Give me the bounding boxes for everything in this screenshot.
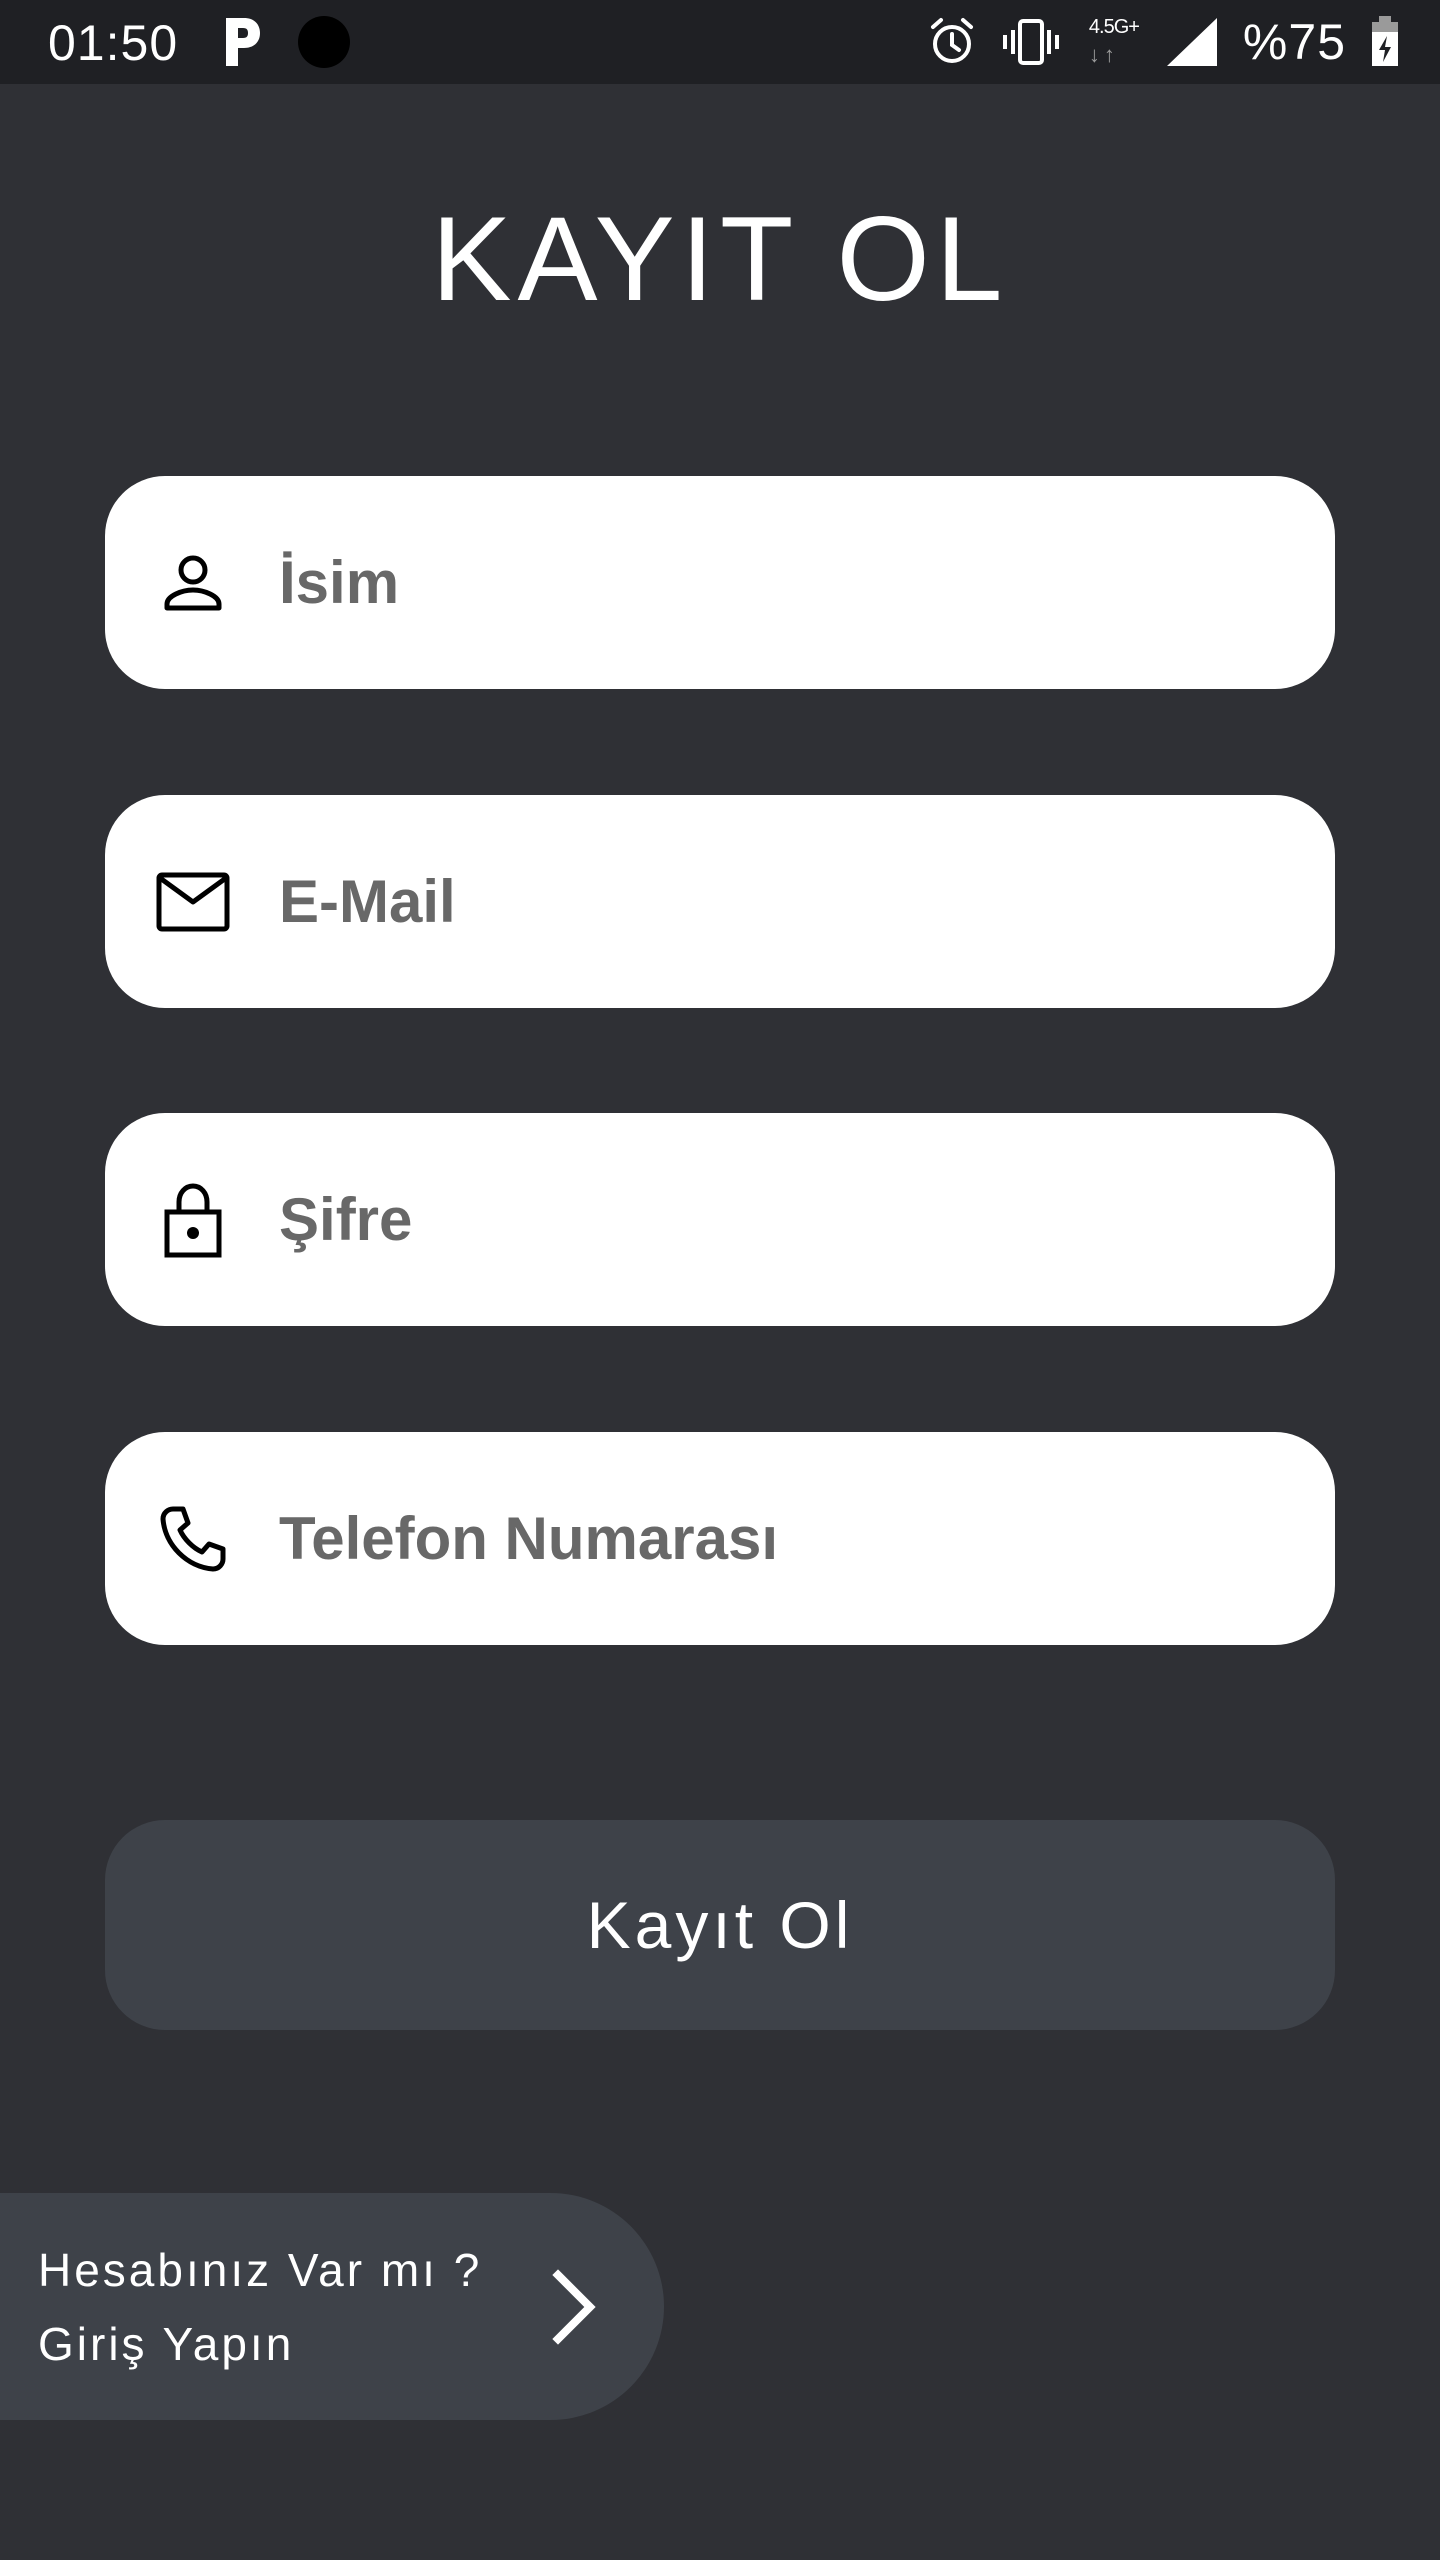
person-icon	[153, 543, 233, 623]
chevron-right-icon	[542, 2269, 602, 2345]
status-bar: 01:50 4.5G+ ↓↑ %75	[0, 0, 1440, 84]
password-placeholder: Şifre	[279, 1186, 413, 1253]
network-type: 4.5G+	[1088, 16, 1140, 38]
login-link-button[interactable]: Hesabınız Var mı ? Giriş Yapın	[0, 2193, 664, 2420]
name-field[interactable]: İsim	[105, 476, 1335, 689]
network-indicator: 4.5G+ ↓↑	[1085, 14, 1141, 70]
vibrate-icon	[1001, 17, 1061, 67]
camera-cutout	[298, 16, 350, 68]
phone-field[interactable]: Telefon Numarası	[105, 1432, 1335, 1645]
email-placeholder: E-Mail	[279, 868, 456, 935]
login-link-text: Hesabınız Var mı ? Giriş Yapın	[38, 2233, 538, 2381]
status-time: 01:50	[48, 15, 179, 71]
mail-icon	[153, 862, 233, 942]
password-field[interactable]: Şifre	[105, 1113, 1335, 1326]
register-button[interactable]: Kayıt Ol	[105, 1820, 1335, 2030]
battery-percentage: %75	[1242, 14, 1346, 70]
phone-icon	[153, 1499, 233, 1579]
login-action: Giriş Yapın	[38, 2317, 295, 2370]
alarm-icon	[927, 17, 977, 67]
login-question: Hesabınız Var mı ?	[38, 2243, 483, 2296]
signal-icon	[1165, 16, 1219, 68]
page-title: KAYIT OL	[431, 192, 1009, 326]
status-icons: 4.5G+ ↓↑ %75	[927, 14, 1400, 70]
parking-icon	[222, 16, 262, 68]
name-placeholder: İsim	[279, 549, 400, 616]
phone-placeholder: Telefon Numarası	[279, 1505, 779, 1572]
battery-charging-icon	[1370, 16, 1400, 68]
lock-icon	[153, 1180, 233, 1260]
email-field[interactable]: E-Mail	[105, 795, 1335, 1008]
data-arrows-icon: ↓↑	[1088, 42, 1119, 67]
